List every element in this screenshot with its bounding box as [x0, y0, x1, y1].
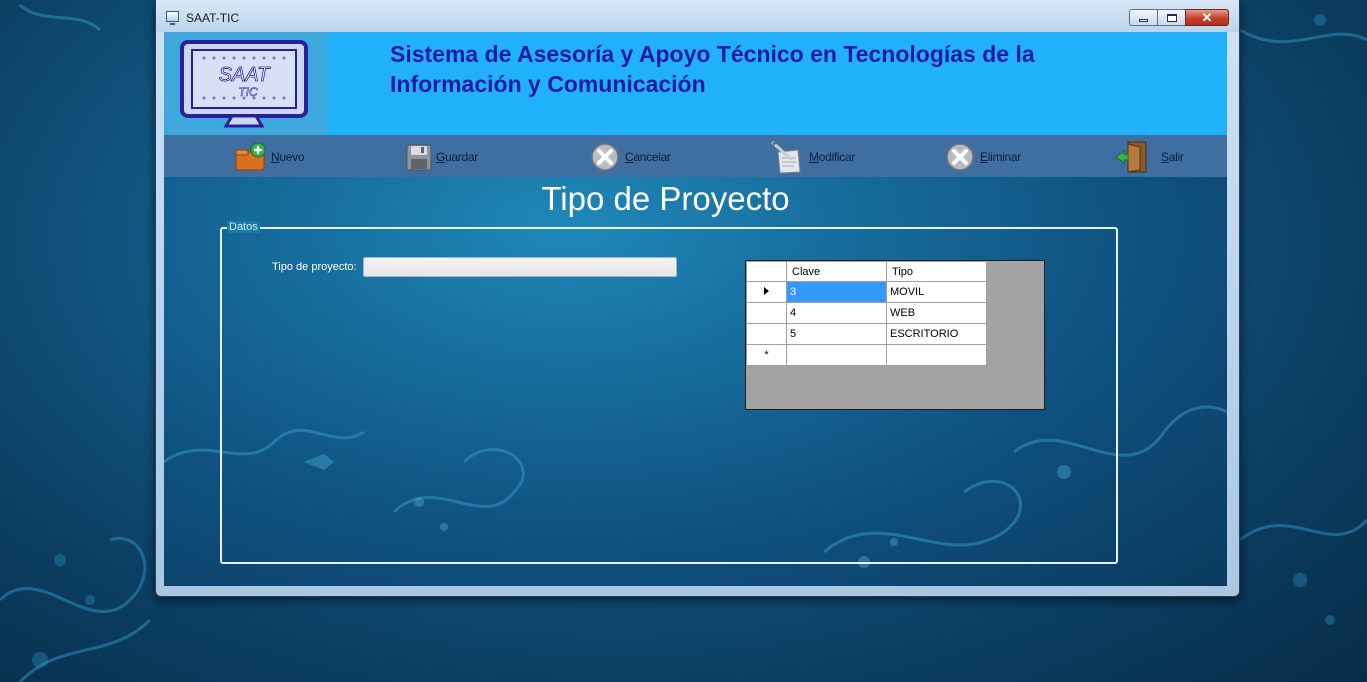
close-icon: ✕ — [1201, 9, 1213, 25]
close-button[interactable]: ✕ — [1185, 9, 1229, 26]
eliminar-label: Eliminar — [980, 150, 1021, 164]
header-banner: SAAT TIC Sistema de Asesoría y Apoyo Téc… — [164, 32, 1227, 135]
cell-tipo[interactable]: ESCRITORIO — [886, 323, 987, 345]
nuevo-label: Nuevo — [271, 150, 305, 164]
cell-tipo[interactable]: WEB — [886, 302, 987, 324]
floppy-disk-icon — [406, 144, 432, 171]
groupbox-label: Datos — [227, 221, 260, 233]
salir-label: Salir — [1161, 150, 1184, 164]
app-window: SAAT-TIC ✕ SAAT TIC Sistema de Asesoría … — [155, 0, 1240, 597]
salir-button[interactable]: Salir — [1114, 141, 1184, 173]
cell-clave[interactable]: 3 — [786, 281, 887, 303]
edit-note-icon — [770, 140, 801, 174]
row-header[interactable] — [746, 302, 787, 324]
guardar-label: Guardar — [436, 150, 478, 164]
cell-tipo[interactable]: MOVIL — [886, 281, 987, 303]
system-title: Sistema de Asesoría y Apoyo Técnico en T… — [390, 41, 1035, 97]
minimize-icon — [1139, 19, 1148, 22]
svg-text:SAAT: SAAT — [219, 64, 272, 86]
maximize-button[interactable] — [1157, 9, 1185, 26]
monitor-icon — [166, 11, 179, 25]
cancel-icon — [591, 143, 619, 171]
exit-door-icon — [1115, 141, 1147, 173]
cell-clave-new[interactable] — [786, 344, 887, 366]
row-header[interactable] — [746, 323, 787, 345]
modificar-button[interactable]: Modificar — [770, 140, 855, 174]
cancelar-label: Cancelar — [625, 150, 671, 164]
tipo-proyecto-input[interactable] — [363, 257, 677, 277]
row-header[interactable] — [746, 281, 787, 303]
svg-text:TIC: TIC — [238, 85, 258, 99]
tipo-proyecto-label: Tipo de proyecto: — [272, 261, 357, 273]
current-row-arrow-icon — [764, 287, 769, 295]
cancelar-button[interactable]: Cancelar — [590, 142, 671, 172]
column-header-tipo[interactable]: Tipo — [886, 261, 987, 282]
minimize-button[interactable] — [1129, 9, 1157, 26]
datagrid-table: Clave Tipo 3 MOVIL 4 WEB 5 ESCRITORIO * — [746, 261, 987, 366]
datagrid-corner[interactable] — [746, 261, 787, 282]
saat-tic-logo: SAAT TIC — [164, 32, 327, 135]
new-folder-icon — [235, 142, 266, 171]
new-row-marker-icon: * — [746, 344, 787, 366]
table-row[interactable]: 3 MOVIL — [746, 281, 987, 303]
cell-clave[interactable]: 4 — [786, 302, 887, 324]
title-bar[interactable]: SAAT-TIC ✕ — [156, 0, 1239, 32]
new-row[interactable]: * — [746, 344, 987, 366]
page-title: Tipo de Proyecto — [541, 180, 790, 217]
toolbar: Nuevo Guardar Cancelar Modificar Elimina… — [164, 135, 1227, 177]
eliminar-button[interactable]: Eliminar — [945, 142, 1021, 172]
table-row[interactable]: 5 ESCRITORIO — [746, 323, 987, 345]
delete-icon — [946, 143, 974, 171]
modificar-label: Modificar — [809, 150, 855, 164]
table-row[interactable]: 4 WEB — [746, 302, 987, 324]
cell-clave[interactable]: 5 — [786, 323, 887, 345]
nuevo-button[interactable]: Nuevo — [234, 142, 305, 172]
window-title: SAAT-TIC — [186, 11, 240, 25]
maximize-icon — [1166, 13, 1177, 22]
main-form: SAAT TIC Sistema de Asesoría y Apoyo Téc… — [164, 32, 1227, 586]
datagrid-header-row: Clave Tipo — [746, 261, 987, 282]
tipos-datagrid[interactable]: Clave Tipo 3 MOVIL 4 WEB 5 ESCRITORIO * — [745, 260, 1045, 410]
column-header-clave[interactable]: Clave — [786, 261, 887, 282]
cell-tipo-new[interactable] — [886, 344, 987, 366]
guardar-button[interactable]: Guardar — [405, 142, 478, 172]
window-controls: ✕ — [1129, 9, 1229, 26]
